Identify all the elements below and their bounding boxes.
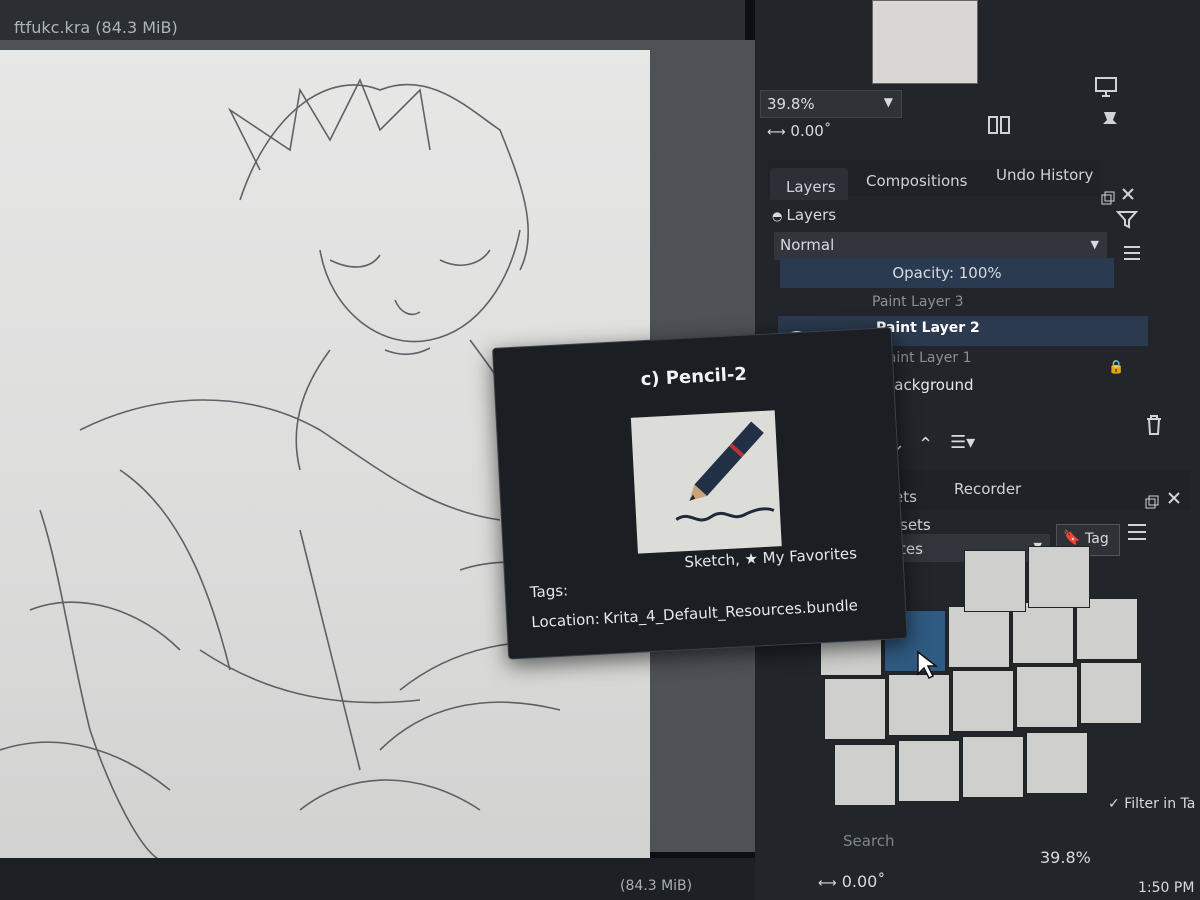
brush-preset[interactable] xyxy=(834,744,896,806)
opacity-slider[interactable]: Opacity: 100% xyxy=(780,258,1114,288)
status-file-size: (84.3 MiB) xyxy=(620,878,693,894)
float-icon[interactable] xyxy=(1144,494,1160,510)
tag-icon: 🔖 xyxy=(1063,530,1081,546)
filter-in-tag-label: Filter in Ta xyxy=(1124,796,1196,812)
pin-icon[interactable] xyxy=(1098,108,1122,132)
brush-preset[interactable] xyxy=(1080,662,1142,724)
brush-preset[interactable] xyxy=(962,736,1024,798)
document-title: ftfukc.kra (84.3 MiB) xyxy=(14,18,178,37)
brush-preset[interactable] xyxy=(1028,546,1090,608)
rotation-icon: ⟷ xyxy=(767,125,786,140)
mouse-cursor-icon xyxy=(917,650,939,680)
brush-preset[interactable] xyxy=(1016,666,1078,728)
status-rotation[interactable]: ⟷ 0.00˚ xyxy=(818,872,885,891)
status-zoom[interactable]: 39.8% xyxy=(1040,848,1091,867)
brush-preset[interactable] xyxy=(898,740,960,802)
layers-panel-title: ◓ Layers xyxy=(772,206,836,224)
system-clock: 1:50 PM xyxy=(1138,880,1195,896)
lock-icon[interactable]: 🔒 xyxy=(1108,360,1124,375)
tooltip-location-value: Krita_4_Default_Resources.bundle xyxy=(602,596,859,628)
brush-preset[interactable] xyxy=(948,606,1010,668)
tooltip-location-label: Location: xyxy=(530,609,601,632)
brush-preset[interactable] xyxy=(824,678,886,740)
layer-background[interactable]: Background xyxy=(884,376,974,394)
brush-preset[interactable] xyxy=(952,670,1014,732)
blend-mode-combo[interactable]: Normal ▼ xyxy=(774,232,1107,260)
trash-icon[interactable] xyxy=(1144,414,1164,436)
menu-icon[interactable] xyxy=(1126,522,1148,542)
filter-icon[interactable] xyxy=(1116,210,1138,230)
rotation-value: 0.00˚ xyxy=(790,122,832,140)
layers-title-text: Layers xyxy=(786,206,837,224)
brush-preset[interactable] xyxy=(964,550,1026,612)
tab-layers-label[interactable]: Layers xyxy=(786,178,836,196)
tag-button-label: Tag xyxy=(1085,531,1109,547)
close-icon[interactable] xyxy=(1166,490,1182,506)
brush-preset[interactable] xyxy=(1026,732,1088,794)
tooltip-tags-label: Tags: xyxy=(529,581,569,602)
pencil-icon xyxy=(675,421,775,522)
close-icon[interactable] xyxy=(1120,186,1136,202)
status-rotation-value: 0.00˚ xyxy=(841,872,886,891)
tooltip-title: c) Pencil-2 xyxy=(640,363,748,391)
rotation-icon: ⟷ xyxy=(818,876,837,891)
pencil-preview-icon xyxy=(630,410,782,554)
chevron-down-icon: ▼ xyxy=(883,95,893,109)
monitor-icon[interactable] xyxy=(1094,76,1118,98)
search-placeholder: Search xyxy=(843,832,895,850)
overview-thumbnail[interactable] xyxy=(872,0,978,84)
float-icon[interactable] xyxy=(1100,190,1116,206)
brush-preset[interactable] xyxy=(888,674,950,736)
properties-icon[interactable]: ☰▾ xyxy=(950,432,975,453)
rotation-field[interactable]: ⟷ 0.00˚ xyxy=(767,122,831,140)
layer-paint-layer-3[interactable]: Paint Layer 3 xyxy=(872,294,964,310)
lock-icon: ◓ xyxy=(772,209,783,223)
chevron-down-icon: ▼ xyxy=(1090,238,1099,251)
tab-recorder[interactable]: Recorder xyxy=(954,480,1021,498)
tab-compositions[interactable]: Compositions xyxy=(866,172,968,190)
opacity-value: Opacity: 100% xyxy=(892,264,1002,282)
zoom-value: 39.8% xyxy=(767,95,815,113)
tab-undo-history[interactable]: Undo History xyxy=(996,166,1093,184)
blend-mode-value: Normal xyxy=(780,236,835,254)
layer-paint-layer-1[interactable]: Paint Layer 1 xyxy=(880,350,972,366)
chevron-up-icon[interactable]: ⌃ xyxy=(918,434,933,455)
check-icon: ✓ xyxy=(1108,796,1125,812)
presets-title: sets xyxy=(900,516,931,534)
menu-icon[interactable] xyxy=(1122,244,1142,262)
filter-in-tag-checkbox[interactable]: ✓ Filter in Ta xyxy=(1108,796,1195,812)
status-bar xyxy=(0,858,820,900)
brush-preset-tooltip: c) Pencil-2 Tags: Sketch, ★ My Favorites… xyxy=(492,327,908,660)
zoom-combo[interactable]: 39.8% ▼ xyxy=(760,90,902,118)
mirror-icon[interactable] xyxy=(986,112,1012,138)
